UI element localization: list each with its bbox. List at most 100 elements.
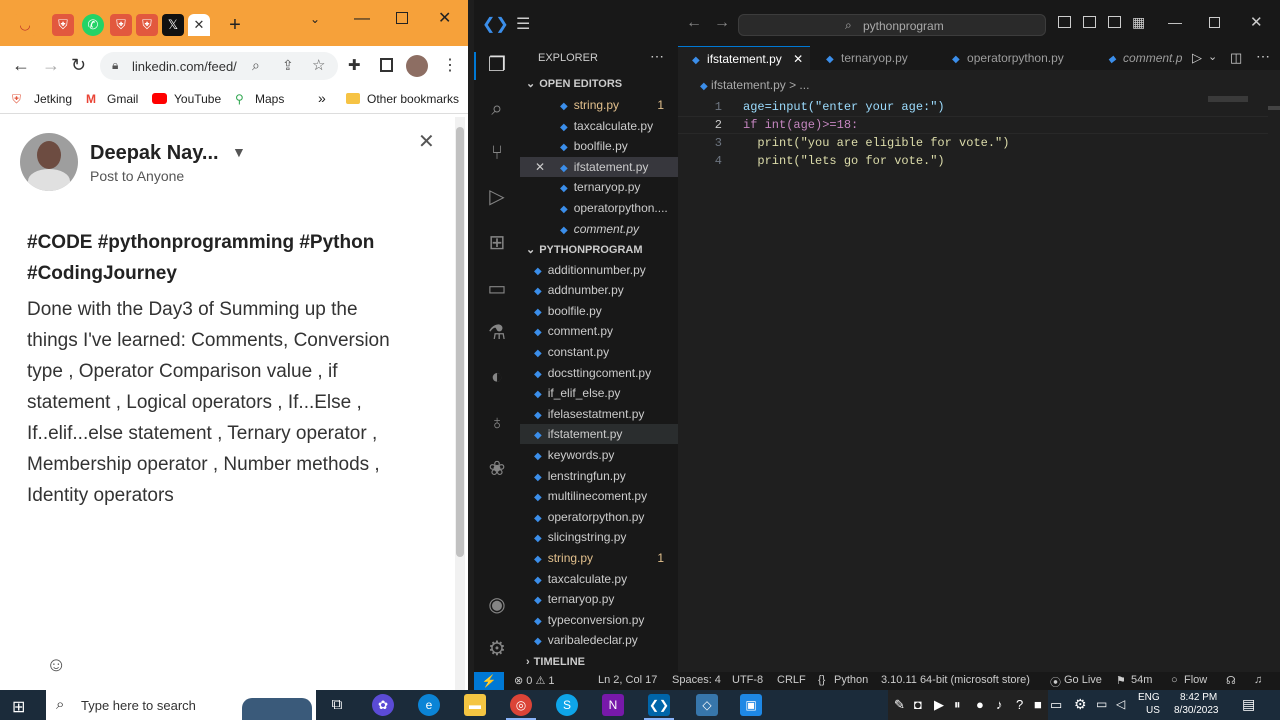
battery-icon[interactable]: ▭: [1096, 697, 1107, 711]
new-tab-button[interactable]: +: [224, 14, 246, 36]
toggle-panel-icon[interactable]: [1083, 16, 1096, 28]
feedback-icon[interactable]: ☊: [1226, 674, 1236, 687]
minimize-icon[interactable]: —: [1168, 14, 1182, 30]
edge-devtools-icon[interactable]: ◐: [484, 364, 510, 390]
camera-icon[interactable]: ◘: [914, 697, 922, 712]
help-icon[interactable]: ?: [1016, 697, 1023, 712]
split-editor-icon[interactable]: ◫: [1230, 50, 1242, 66]
code-line-2[interactable]: if int(age)>=18:: [743, 116, 858, 134]
file-item[interactable]: ◆ ternaryop.py: [520, 177, 678, 197]
paw-icon[interactable]: ❀: [484, 456, 510, 482]
minimap[interactable]: [1208, 96, 1248, 102]
code-line-1[interactable]: age=input("enter your age:"): [743, 98, 945, 116]
open-editors-header[interactable]: ⌄ OPEN EDITORS: [520, 74, 678, 94]
minimize-icon[interactable]: —: [354, 10, 370, 28]
remote-indicator-icon[interactable]: ⚡: [474, 672, 504, 690]
file-item[interactable]: ◆ string.py 1: [520, 95, 678, 115]
file-item[interactable]: ◆ additionnumber.py: [520, 260, 678, 280]
indentation[interactable]: Spaces: 4: [672, 674, 721, 686]
stop-icon[interactable]: ■: [1034, 697, 1042, 712]
editor-more-icon[interactable]: ⋯: [1256, 48, 1270, 65]
remote-explorer-icon[interactable]: ▭: [484, 276, 510, 302]
tab-search-chevron-icon[interactable]: ⌄: [310, 12, 320, 26]
windows-start-icon[interactable]: ⊞: [12, 697, 25, 717]
file-item[interactable]: ◆ operatorpython....: [520, 198, 678, 218]
post-body[interactable]: Done with the Day3 of Summing up the thi…: [27, 294, 390, 511]
volume-icon[interactable]: ♪: [996, 697, 1003, 712]
notifications-bell-icon[interactable]: ♫: [1254, 674, 1262, 686]
tab-favicon-ub[interactable]: ◡: [14, 14, 36, 36]
command-center-search[interactable]: ⌕ pythonprogram: [738, 14, 1046, 36]
chevron-down-icon[interactable]: ▼: [232, 144, 246, 160]
explorer-icon[interactable]: ❐: [484, 52, 510, 78]
bookmarks-overflow[interactable]: »: [318, 90, 326, 106]
explorer-more-icon[interactable]: ⋯: [650, 48, 664, 65]
file-item[interactable]: ◆ comment.py: [520, 321, 678, 341]
bookmark-gmail[interactable]: Gmail: [107, 92, 138, 106]
trophy-icon[interactable]: ♁: [484, 410, 510, 436]
editor-scrollbar[interactable]: [1268, 106, 1280, 110]
skype-icon[interactable]: S: [556, 694, 578, 716]
play-icon[interactable]: ▶: [934, 697, 944, 713]
forward-icon[interactable]: →: [42, 55, 60, 76]
vscode-taskbar-icon[interactable]: ❮❯: [648, 694, 670, 716]
file-item[interactable]: ◆ taxcalculate.py: [520, 569, 678, 589]
wakatime-time[interactable]: 54m: [1131, 674, 1152, 686]
bookmark-star-icon[interactable]: ☆: [312, 56, 325, 74]
problems-count[interactable]: ⊗ 0 ⚠ 1: [514, 674, 554, 687]
profile-avatar[interactable]: [406, 55, 428, 77]
file-item[interactable]: ◆ boolfile.py: [520, 136, 678, 156]
tab-ternaryop[interactable]: ◆ ternaryop.py: [826, 46, 908, 70]
chrome-icon[interactable]: ◎: [510, 694, 532, 716]
side-panel-icon[interactable]: [380, 58, 393, 72]
onenote-icon[interactable]: N: [602, 694, 624, 716]
edge-icon[interactable]: e: [418, 694, 440, 716]
tab-close-icon[interactable]: ✕: [793, 52, 803, 66]
tab-comment[interactable]: ◆ comment.p: [1108, 46, 1182, 70]
scrollbar-track[interactable]: [455, 117, 465, 690]
bookmark-maps[interactable]: Maps: [255, 92, 284, 106]
file-item[interactable]: ◆ operatorpython.py: [520, 507, 678, 527]
bookmark-youtube[interactable]: YouTube: [174, 92, 221, 106]
file-item[interactable]: ◆ varibaledeclar.py: [520, 630, 678, 650]
flow[interactable]: Flow: [1184, 674, 1207, 686]
input-language[interactable]: ENG: [1138, 692, 1160, 703]
tab-close-button[interactable]: ✕: [188, 14, 210, 36]
settings-gear-icon[interactable]: ⚙: [484, 636, 510, 662]
taskbar-search-box[interactable]: ⌕ Type here to search: [46, 690, 316, 720]
encoding[interactable]: UTF-8: [732, 674, 763, 686]
file-item[interactable]: ◆ ifstatement.py: [520, 424, 678, 445]
extensions-icon[interactable]: ⊞: [484, 230, 510, 256]
bookmark-jetking[interactable]: Jetking: [34, 92, 72, 106]
file-item[interactable]: ◆ slicingstring.py: [520, 527, 678, 547]
file-item[interactable]: ◆ ifelasestatment.py: [520, 404, 678, 424]
file-item[interactable]: ◆ typeconversion.py: [520, 610, 678, 630]
more-menu-icon[interactable]: ⋮: [442, 55, 458, 75]
testing-icon[interactable]: ⚗: [484, 320, 510, 346]
post-audience[interactable]: Post to Anyone: [90, 168, 184, 184]
extensions-icon[interactable]: ✚: [348, 56, 361, 74]
tab-favicon-shield-2[interactable]: ⛨: [110, 14, 132, 36]
maximize-icon[interactable]: [396, 12, 408, 24]
file-item[interactable]: ◆ if_elif_else.py: [520, 383, 678, 403]
scrollbar-thumb[interactable]: [456, 127, 464, 557]
run-file-icon[interactable]: ▷: [1192, 50, 1202, 66]
toggle-sidebar-icon[interactable]: [1058, 16, 1071, 28]
bookmark-other[interactable]: Other bookmarks: [367, 92, 459, 106]
timeline-header[interactable]: › TIMELINE: [520, 652, 678, 672]
breadcrumb[interactable]: ◆ ifstatement.py > ...: [700, 78, 809, 92]
whatsapp-tab-icon[interactable]: ✆: [82, 14, 104, 36]
window-close-icon[interactable]: ✕: [438, 8, 451, 28]
address-bar[interactable]: 🔒︎ linkedin.com/feed/ ⌕ ⇪ ☆: [100, 52, 338, 80]
python-icon[interactable]: ◇: [696, 694, 718, 716]
language-mode[interactable]: Python: [834, 674, 868, 686]
run-debug-icon[interactable]: ▷: [484, 184, 510, 210]
pause-icon[interactable]: ⏸: [954, 697, 961, 713]
python-interpreter[interactable]: 3.10.11 64-bit (microsoft store): [881, 674, 1030, 686]
file-item[interactable]: ◆ string.py 1: [520, 548, 678, 568]
input-region[interactable]: US: [1146, 705, 1160, 716]
file-item[interactable]: ◆ comment.py: [520, 219, 678, 239]
microphone-icon[interactable]: ●: [976, 697, 984, 712]
share-icon[interactable]: ⇪: [282, 57, 294, 74]
go-live[interactable]: Go Live: [1064, 674, 1102, 686]
